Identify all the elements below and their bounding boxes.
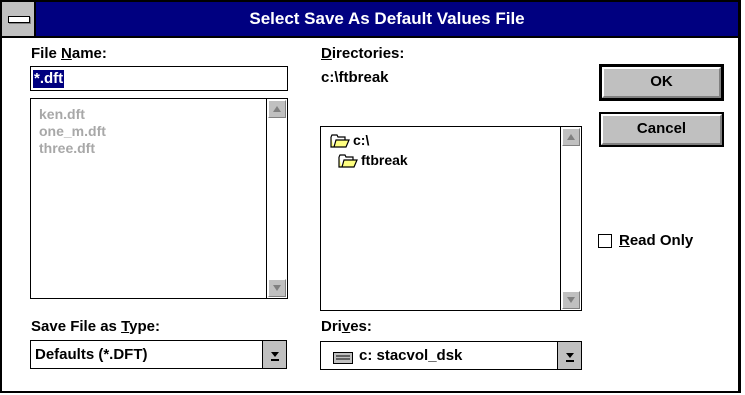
chevron-down-icon [565, 352, 574, 362]
scroll-up-button[interactable] [268, 100, 286, 118]
folder-open-icon [330, 134, 350, 152]
list-item[interactable]: one_m.dft [39, 123, 106, 140]
file-type-dropdown[interactable]: Defaults (*.DFT) [30, 340, 287, 369]
dialog-title: Select Save As Default Values File [249, 9, 525, 28]
arrow-up-icon [567, 134, 575, 140]
drives-label: Drives: [321, 318, 372, 335]
list-item[interactable]: ken.dft [39, 106, 85, 123]
arrow-down-icon [273, 285, 281, 291]
directories-label: Directories: [321, 45, 405, 62]
system-menu-button[interactable] [2, 2, 36, 36]
file-list-scrollbar[interactable] [266, 99, 287, 298]
directory-list[interactable]: c:\ ftbreak [320, 126, 582, 311]
title-bar[interactable]: Select Save As Default Values File [2, 2, 738, 38]
chevron-down-icon [270, 351, 279, 361]
directory-list-scrollbar[interactable] [560, 127, 581, 310]
cancel-button[interactable]: Cancel [599, 112, 724, 147]
directory-item[interactable]: ftbreak [361, 152, 408, 169]
list-item[interactable]: three.dft [39, 140, 95, 157]
current-directory: c:\ftbreak [321, 69, 389, 86]
file-name-input[interactable]: *.dft [30, 66, 288, 91]
drives-dropdown[interactable]: c: stacvol_dsk [320, 341, 582, 370]
file-name-value: *.dft [33, 70, 65, 88]
read-only-checkbox[interactable] [598, 234, 612, 248]
file-type-dropdown-button[interactable] [262, 341, 286, 368]
read-only-label[interactable]: Read Only [619, 232, 693, 249]
directory-item[interactable]: c:\ [353, 132, 369, 149]
drives-value: c: stacvol_dsk [359, 347, 463, 364]
arrow-up-icon [273, 106, 281, 112]
file-list[interactable]: ken.dft one_m.dft three.dft [30, 98, 288, 299]
ok-button[interactable]: OK [599, 64, 724, 101]
file-name-label: File Name: [31, 45, 107, 62]
drive-icon [333, 351, 353, 368]
scroll-down-button[interactable] [268, 279, 286, 297]
save-as-dialog: Select Save As Default Values File File … [0, 0, 741, 393]
drives-dropdown-button[interactable] [557, 342, 581, 369]
scroll-up-button[interactable] [562, 128, 580, 146]
scroll-down-button[interactable] [562, 291, 580, 309]
file-type-label: Save File as Type: [31, 318, 160, 335]
arrow-down-icon [567, 297, 575, 303]
file-type-value: Defaults (*.DFT) [35, 346, 148, 363]
system-menu-icon [8, 16, 30, 23]
folder-open-icon [338, 154, 358, 172]
